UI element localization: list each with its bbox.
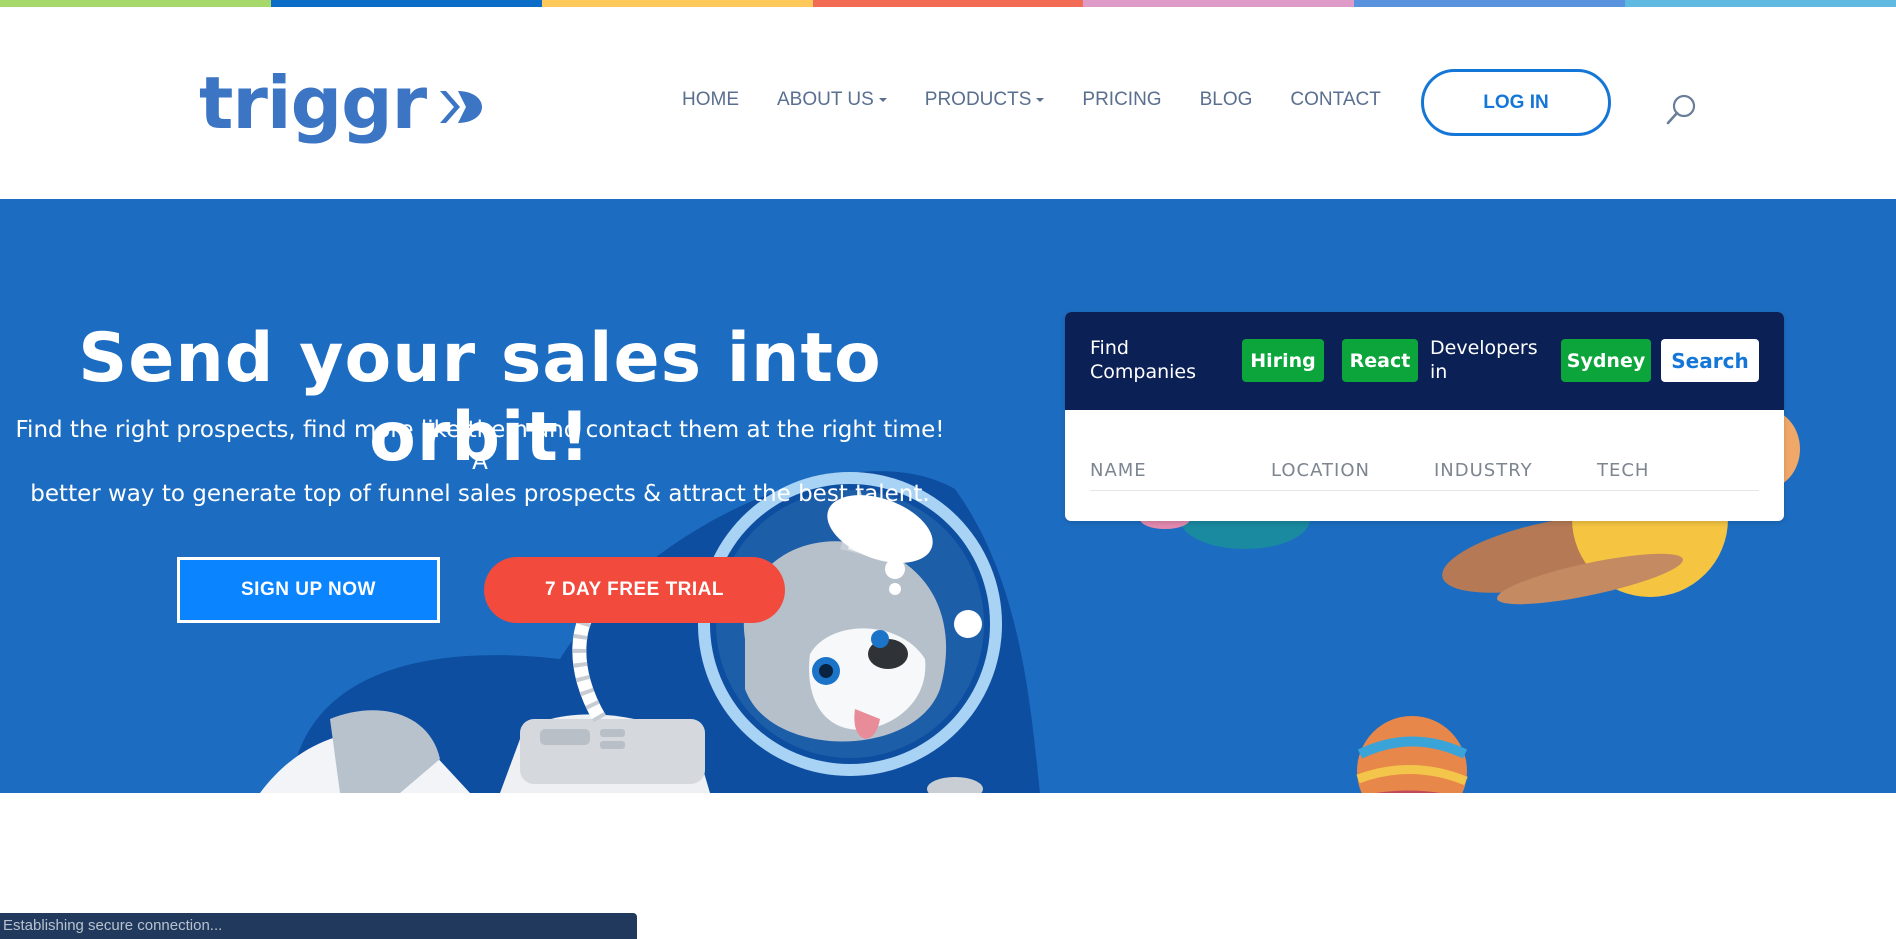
- stripe-segment: [541, 0, 813, 7]
- nav-home[interactable]: HOME: [682, 89, 739, 111]
- column-tech: TECH: [1597, 460, 1650, 481]
- stripe-segment: [1625, 0, 1896, 7]
- site-header: triggr HOME ABOUT US PRODUCTS PRICING BL…: [0, 7, 1896, 199]
- top-color-stripe: [0, 0, 1896, 7]
- logo-arrow-icon: [440, 91, 483, 123]
- nav-pricing-label: PRICING: [1082, 89, 1162, 110]
- stripe-segment: [812, 0, 1084, 7]
- column-location: LOCATION: [1271, 460, 1370, 481]
- nav-products[interactable]: PRODUCTS: [925, 89, 1045, 111]
- nav-blog-label: BLOG: [1199, 89, 1253, 110]
- nav-contact-label: CONTACT: [1290, 89, 1381, 110]
- nav-about-label: ABOUT US: [777, 89, 874, 110]
- caret-down-icon: [1036, 98, 1045, 102]
- nav-products-label: PRODUCTS: [924, 89, 1032, 110]
- widget-search-button[interactable]: Search: [1661, 339, 1759, 382]
- widget-query-bar: Find Companies Hiring React Developers i…: [1065, 312, 1784, 410]
- company-search-widget: Find Companies Hiring React Developers i…: [1065, 312, 1784, 521]
- companies-label: Companies: [1090, 361, 1197, 383]
- triggr-logo[interactable]: triggr: [199, 67, 484, 139]
- developers-in-label: Developers in: [1430, 336, 1538, 384]
- nav-contact[interactable]: CONTACT: [1290, 89, 1380, 111]
- find-companies-label: Find Companies: [1090, 336, 1196, 384]
- stripe-segment: [1083, 0, 1355, 7]
- hiring-filter-pill[interactable]: Hiring: [1242, 339, 1324, 382]
- stripe-segment: [270, 0, 542, 7]
- hero-section: Send your sales into orbit! Find the rig…: [0, 199, 1896, 793]
- logo-wordmark: triggr: [199, 61, 427, 145]
- main-nav: HOME ABOUT US PRODUCTS PRICING BLOG CONT…: [682, 89, 1419, 111]
- column-name: NAME: [1090, 460, 1147, 481]
- results-table-header: NAME LOCATION INDUSTRY TECH: [1090, 460, 1759, 491]
- developers-label: Developers: [1430, 337, 1538, 359]
- react-filter-pill[interactable]: React: [1342, 339, 1418, 382]
- search-icon[interactable]: [1664, 93, 1698, 127]
- hero-subtitle: Find the right prospects, find more like…: [0, 414, 960, 510]
- stripe-segment: [0, 0, 271, 7]
- find-label: Find: [1090, 337, 1129, 359]
- hero-subtitle-line1: Find the right prospects, find more like…: [15, 417, 945, 475]
- location-filter-pill[interactable]: Sydney: [1561, 339, 1651, 382]
- browser-status-bar: Establishing secure connection...: [0, 913, 637, 939]
- nav-about-us[interactable]: ABOUT US: [777, 89, 887, 111]
- in-label: in: [1430, 361, 1448, 383]
- login-button[interactable]: LOG IN: [1421, 69, 1611, 136]
- column-industry: INDUSTRY: [1434, 460, 1533, 481]
- nav-pricing[interactable]: PRICING: [1082, 89, 1161, 111]
- nav-home-label: HOME: [682, 89, 739, 110]
- caret-down-icon: [878, 98, 887, 102]
- sign-up-button[interactable]: SIGN UP NOW: [177, 557, 440, 623]
- hero-subtitle-line2: better way to generate top of funnel sal…: [30, 481, 930, 507]
- nav-blog[interactable]: BLOG: [1200, 89, 1253, 111]
- stripe-segment: [1354, 0, 1626, 7]
- free-trial-button[interactable]: 7 DAY FREE TRIAL: [484, 557, 785, 623]
